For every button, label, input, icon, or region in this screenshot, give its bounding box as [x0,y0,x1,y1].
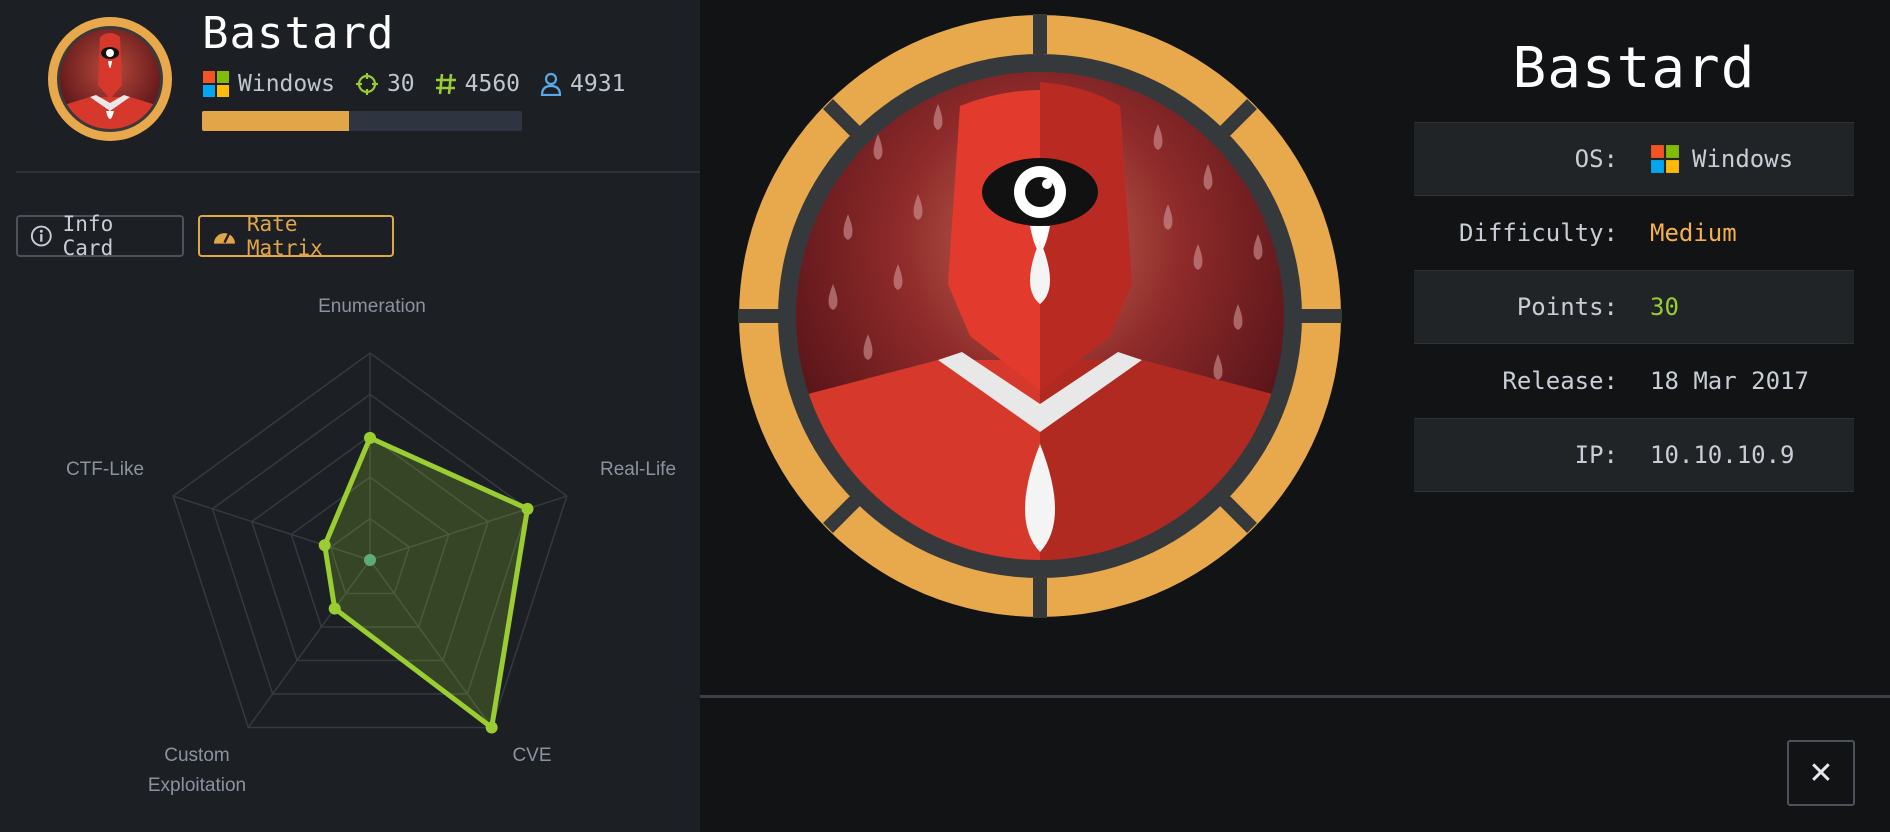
info-card-title: Bastard [1512,36,1756,101]
info-label: Difficulty: [1459,219,1618,247]
radar-point-ctf-like [318,539,331,552]
root-owns-value: 4560 [464,71,521,97]
difficulty-value: Medium [1650,219,1737,247]
radar-label-real-life: Real-Life [600,459,676,480]
info-row-release: Release: 18 Mar 2017 [1414,344,1854,418]
info-value: Windows [1650,144,1793,174]
rating-radar-chart: Enumeration Real-Life CVE Custom Exploit… [66,296,676,796]
info-label: IP: [1574,441,1618,469]
divider [16,171,700,173]
machine-avatar-large [738,14,1342,618]
user-owns-value: 4931 [570,71,626,97]
info-label: Release: [1502,367,1618,395]
info-card-table: OS: Windows Difficulty: Medium Points: 3… [1414,122,1854,492]
gauge-icon [213,232,235,244]
radar-label-cve: CVE [512,745,551,766]
tab-rate-matrix[interactable]: Rate Matrix [198,212,394,260]
radar-series [318,431,534,734]
crosshair-icon [355,72,379,96]
radar-point-cve [485,721,498,734]
points-value: 30 [1650,293,1679,321]
machine-meta-row: Windows 30 4560 4931 [202,68,645,100]
user-icon [540,72,562,96]
radar-point-custom-exploitation [328,602,341,615]
machine-name: Bastard [202,8,395,59]
close-button[interactable]: ✕ [1787,740,1855,806]
close-icon: ✕ [1808,755,1834,791]
tab-info-card-label: Info Card [62,212,114,260]
info-row-ip: IP: 10.10.10.9 [1414,418,1854,492]
radar-point-real-life [521,502,534,515]
release-value: 18 Mar 2017 [1650,367,1809,395]
os-value: Windows [1692,145,1794,173]
info-circle-icon [30,225,52,247]
hash-icon [435,72,457,96]
radar-label-enumeration: Enumeration [318,296,426,317]
machine-avatar-small [48,17,172,141]
radar-point-enumeration [364,431,376,444]
points-value: 30 [386,71,415,97]
tab-info-card[interactable]: Info Card [16,212,184,260]
divider [700,695,1890,698]
ownership-progress-bar [202,111,522,131]
info-row-difficulty: Difficulty: Medium [1414,196,1854,270]
ip-value: 10.10.10.9 [1650,441,1795,469]
radar-label-custom-exploitation-line2: Exploitation [148,775,246,796]
info-row-os: OS: Windows [1414,122,1854,196]
tab-rate-matrix-label: Rate Matrix [246,212,323,260]
info-label: Points: [1516,293,1618,321]
info-row-points: Points: 30 [1414,270,1854,344]
windows-icon [202,70,230,98]
os-label: Windows [238,71,335,97]
windows-icon [1651,145,1679,173]
info-label: OS: [1574,145,1618,173]
radar-label-ctf-like: CTF-Like [66,459,144,480]
radar-label-custom-exploitation: Custom [164,745,229,766]
radar-series-area [322,435,530,730]
machine-summary-panel: Bastard Windows 30 4560 4931 Info Card R… [0,0,700,832]
ownership-progress-fill [202,111,350,131]
